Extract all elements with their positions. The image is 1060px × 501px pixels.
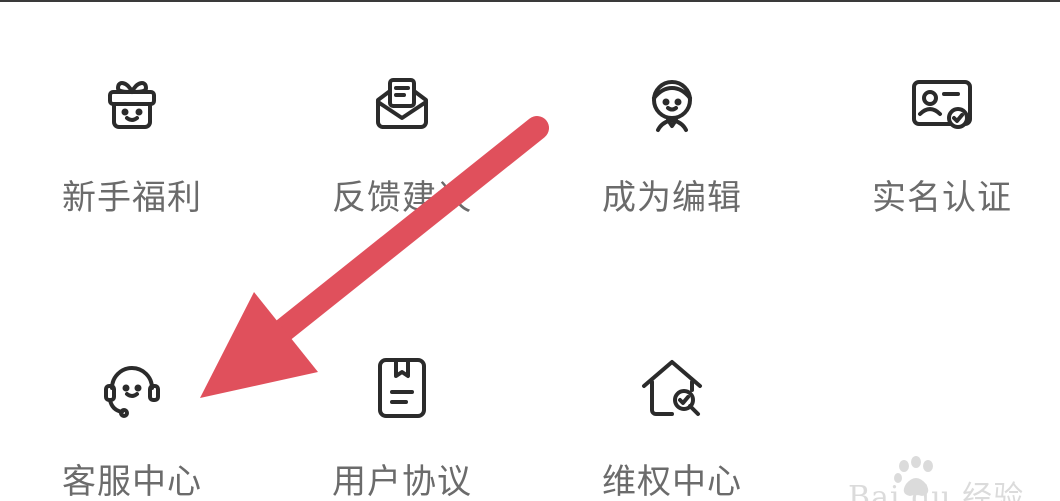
rights-protection-house-icon xyxy=(636,352,708,424)
editor-person-icon xyxy=(636,68,708,140)
menu-item-customer-service[interactable]: 客服中心 xyxy=(32,352,232,501)
menu-item-real-name-verification[interactable]: 实名认证 xyxy=(842,68,1042,218)
service-menu-page: 新手福利 反馈建议 成为编辑 实名认证 客服中心 用户协议 维权中心 Bai d… xyxy=(0,0,1060,501)
baidu-watermark: Bai du 经验 xyxy=(812,452,1052,501)
menu-item-label: 成为编辑 xyxy=(602,178,742,218)
menu-item-label: 用户协议 xyxy=(332,462,472,501)
gift-smile-icon xyxy=(96,68,168,140)
menu-item-newbie-benefits[interactable]: 新手福利 xyxy=(32,68,232,218)
agreement-document-icon xyxy=(366,352,438,424)
menu-item-label: 反馈建议 xyxy=(332,178,472,218)
top-divider xyxy=(0,0,1060,2)
menu-item-feedback[interactable]: 反馈建议 xyxy=(302,68,502,218)
watermark-text: Bai du 经验 xyxy=(848,480,1025,501)
menu-item-label: 新手福利 xyxy=(62,178,202,218)
id-card-verified-icon xyxy=(906,68,978,140)
menu-item-label: 客服中心 xyxy=(62,462,202,501)
menu-item-user-agreement[interactable]: 用户协议 xyxy=(302,352,502,501)
menu-item-label: 维权中心 xyxy=(602,462,742,501)
menu-item-become-editor[interactable]: 成为编辑 xyxy=(572,68,772,218)
menu-item-rights-protection[interactable]: 维权中心 xyxy=(572,352,772,501)
menu-item-label: 实名认证 xyxy=(872,178,1012,218)
feedback-envelope-icon xyxy=(366,68,438,140)
customer-service-headset-icon xyxy=(96,352,168,424)
